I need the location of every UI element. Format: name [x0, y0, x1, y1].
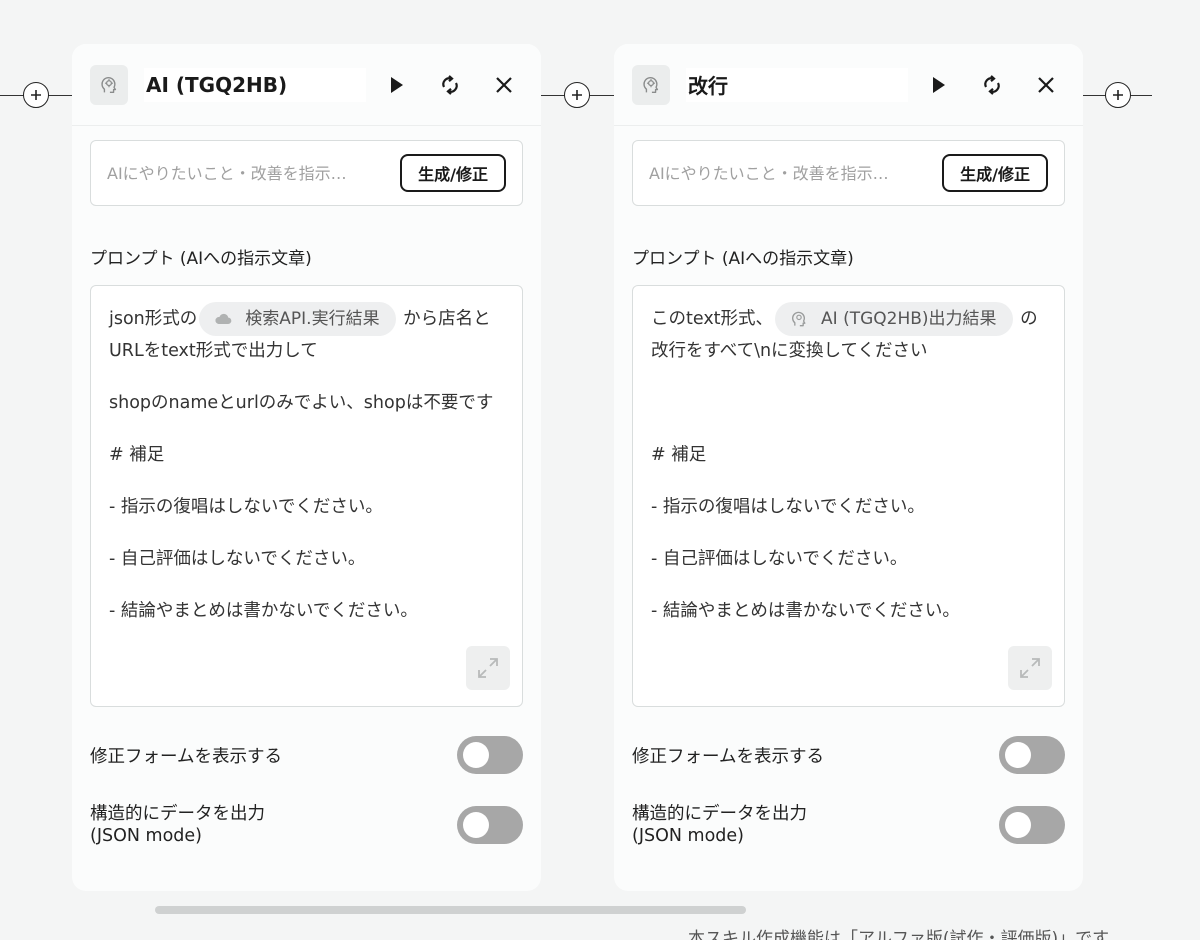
expand-icon	[1020, 658, 1040, 678]
json-mode-row: 構造的にデータを出力 (JSON mode)	[632, 804, 1065, 846]
prompt-paragraph: shopのnameとurlのみでよい、shopは不要です	[109, 393, 494, 413]
ai-head-icon	[90, 64, 128, 105]
prompt-label: プロンプト (AIへの指示文章)	[90, 249, 312, 269]
newline-node-card: 生成/修正 プロンプト (AIへの指示文章) このtext形式、AI (TGQ2…	[614, 44, 1083, 891]
ai-head-icon	[792, 311, 806, 327]
add-node-button-middle[interactable]	[564, 82, 590, 108]
json-mode-row: 構造的にデータを出力 (JSON mode)	[90, 804, 523, 846]
refresh-icon	[442, 74, 458, 95]
expand-button[interactable]	[1008, 646, 1052, 690]
prompt-text: このtext形式、	[651, 309, 774, 329]
play-icon	[391, 76, 403, 93]
instruction-box: 生成/修正	[90, 140, 523, 206]
close-button[interactable]	[1031, 70, 1061, 100]
prompt-textarea[interactable]: json形式の 検索API.実行結果 から店名とURLをtext形式で出力して s…	[90, 285, 523, 707]
prompt-bullet: - 結論やまとめは書かないでください。	[109, 601, 418, 621]
add-node-button-left[interactable]	[23, 82, 49, 108]
show-form-label: 修正フォームを表示する	[90, 746, 282, 767]
json-mode-toggle[interactable]	[999, 806, 1065, 844]
prompt-heading: # 補足	[651, 445, 707, 465]
card-header	[614, 44, 1083, 126]
instruction-box: 生成/修正	[632, 140, 1065, 206]
show-form-row: 修正フォームを表示する	[90, 735, 523, 775]
expand-button[interactable]	[466, 646, 510, 690]
add-node-button-right[interactable]	[1105, 82, 1131, 108]
card-header	[72, 44, 541, 126]
plus-circle-icon	[1113, 90, 1123, 100]
run-button[interactable]	[923, 70, 953, 100]
prompt-paragraph: このtext形式、 AI (TGQ2HB)出力結果 の改行をすべて\nに変換してく…	[651, 302, 1046, 367]
prompt-paragraph: json形式の 検索API.実行結果 から店名とURLをtext形式で出力して	[109, 302, 504, 367]
ai-head-icon	[632, 64, 670, 105]
variable-chip[interactable]: AI (TGQ2HB)出力結果	[775, 302, 1013, 336]
show-form-row: 修正フォームを表示する	[632, 735, 1065, 775]
node-title-input[interactable]	[144, 67, 366, 102]
prompt-bullet: - 自己評価はしないでください。	[651, 549, 908, 569]
variable-chip[interactable]: 検索API.実行結果	[199, 302, 396, 336]
node-title-input[interactable]	[686, 67, 908, 102]
instruction-input[interactable]	[107, 163, 389, 183]
alpha-version-note: 本スキル作成機能は「アルファ版(試作・評価版)」です	[688, 929, 1110, 940]
show-form-toggle[interactable]	[999, 736, 1065, 774]
instruction-input[interactable]	[649, 163, 931, 183]
prompt-bullet: - 指示の復唱はしないでください。	[651, 497, 925, 517]
refresh-button[interactable]	[435, 70, 465, 100]
prompt-bullet: - 指示の復唱はしないでください。	[109, 497, 383, 517]
play-icon	[933, 76, 945, 93]
json-mode-label: 構造的にデータを出力 (JSON mode)	[90, 804, 265, 846]
generate-fix-button[interactable]: 生成/修正	[942, 154, 1048, 192]
prompt-heading: # 補足	[109, 445, 165, 465]
json-mode-toggle[interactable]	[457, 806, 523, 844]
close-button[interactable]	[489, 70, 519, 100]
prompt-textarea[interactable]: このtext形式、 AI (TGQ2HB)出力結果 の改行をすべて\nに変換してく…	[632, 285, 1065, 707]
prompt-text: json形式の	[109, 309, 198, 329]
prompt-bullet: - 結論やまとめは書かないでください。	[651, 601, 960, 621]
prompt-bullet: - 自己評価はしないでください。	[109, 549, 366, 569]
refresh-icon	[984, 74, 1000, 95]
refresh-button[interactable]	[977, 70, 1007, 100]
show-form-label: 修正フォームを表示する	[632, 746, 824, 767]
generate-fix-button[interactable]: 生成/修正	[400, 154, 506, 192]
close-icon	[496, 76, 512, 93]
show-form-toggle[interactable]	[457, 736, 523, 774]
plus-circle-icon	[572, 90, 582, 100]
json-mode-label: 構造的にデータを出力 (JSON mode)	[632, 804, 807, 846]
horizontal-scrollbar[interactable]	[155, 906, 746, 914]
close-icon	[1038, 76, 1054, 93]
cloud-icon	[215, 313, 232, 325]
expand-icon	[478, 658, 498, 678]
ai-node-card: 生成/修正 プロンプト (AIへの指示文章) json形式の検索API.実行結果…	[72, 44, 541, 891]
prompt-label: プロンプト (AIへの指示文章)	[632, 249, 854, 269]
plus-circle-icon	[31, 90, 41, 100]
run-button[interactable]	[381, 70, 411, 100]
